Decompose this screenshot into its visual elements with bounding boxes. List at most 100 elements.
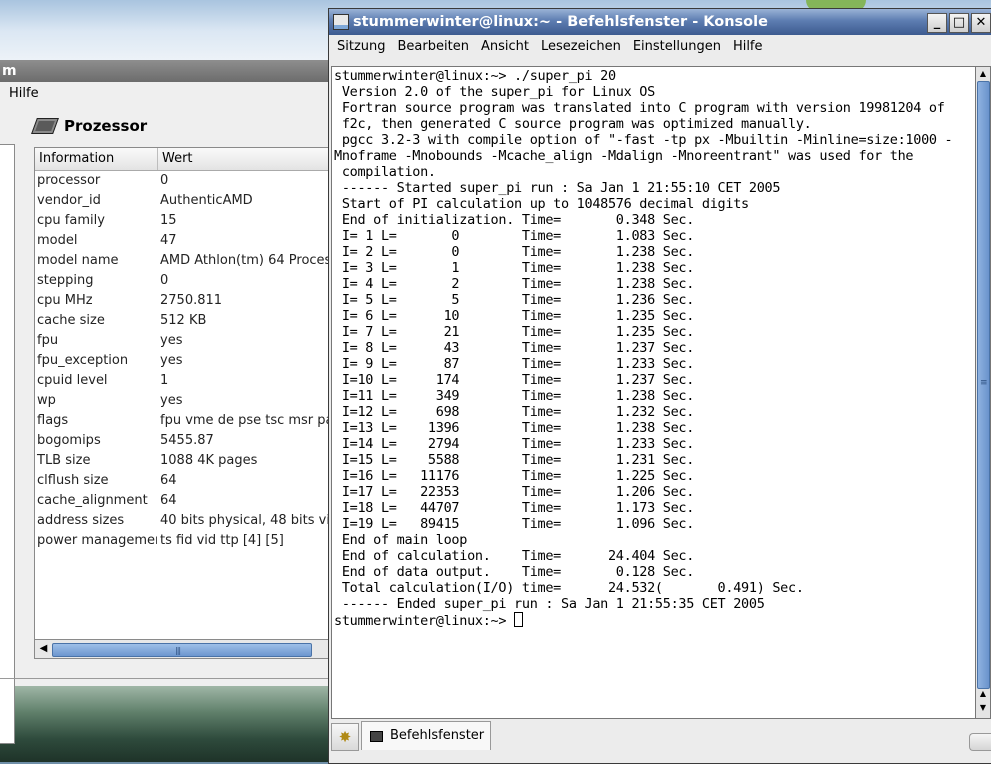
- menu-ansicht[interactable]: Ansicht: [477, 35, 537, 59]
- terminal-line: I=16 L= 11176 Time= 1.225 Sec.: [334, 468, 695, 484]
- cell-wert: 5455.87: [160, 433, 214, 448]
- menu-lesezeichen[interactable]: Lesezeichen: [537, 35, 629, 59]
- table-row[interactable]: cache size 512 KB: [35, 311, 329, 331]
- konsole-titlebar[interactable]: stummerwinter@linux:~ - Befehlsfenster -…: [329, 9, 991, 35]
- terminal-area[interactable]: stummerwinter@linux:~> ./super_pi 20 Ver…: [331, 66, 976, 719]
- terminal-line: I= 4 L= 2 Time= 1.238 Sec.: [334, 276, 695, 292]
- column-header-information[interactable]: Information: [35, 148, 158, 170]
- terminal-line: I= 3 L= 1 Time= 1.238 Sec.: [334, 260, 695, 276]
- cell-information: cpuid level: [37, 373, 108, 388]
- table-body: processor 0 vendor_id AuthenticAMD cpu famil…: [35, 171, 329, 551]
- horizontal-scroll-thumb[interactable]: |||: [52, 643, 312, 657]
- cell-wert: 2750.811: [160, 293, 223, 308]
- terminal-prompt: stummerwinter@linux:~>: [334, 613, 515, 629]
- maximize-button[interactable]: □: [949, 13, 969, 33]
- table-row[interactable]: bogomips 5455.87: [35, 431, 329, 451]
- menu-hilfe-konsole[interactable]: Hilfe: [729, 35, 771, 59]
- table-row[interactable]: cpu MHz 2750.811: [35, 291, 329, 311]
- processor-info-table: Information Wert processor 0 vendor_id Auth…: [34, 147, 330, 659]
- cell-information: wp: [37, 393, 56, 408]
- scroll-left-arrow-icon[interactable]: ◀: [37, 642, 50, 655]
- terminal-output: stummerwinter@linux:~> ./super_pi 20 Ver…: [332, 67, 975, 629]
- terminal-line: stummerwinter@linux:~> ./super_pi 20: [334, 68, 616, 84]
- table-row[interactable]: fpu_exception yes: [35, 351, 329, 371]
- terminal-line: I= 6 L= 10 Time= 1.235 Sec.: [334, 308, 695, 324]
- module-tree-pane[interactable]: [0, 144, 15, 744]
- minimize-button[interactable]: _: [927, 13, 947, 33]
- cell-information: TLB size: [37, 453, 91, 468]
- column-header-wert[interactable]: Wert: [158, 148, 329, 170]
- konsole-title: stummerwinter@linux:~ - Befehlsfenster -…: [353, 14, 768, 30]
- cell-information: fpu: [37, 333, 59, 348]
- vertical-scroll-thumb[interactable]: ≡: [977, 81, 990, 689]
- cell-wert: yes: [160, 333, 183, 348]
- table-row[interactable]: model name AMD Athlon(tm) 64 Process: [35, 251, 329, 271]
- cell-information: clflush size: [37, 473, 109, 488]
- info-menubar: Hilfe: [0, 82, 330, 106]
- table-row[interactable]: cpu family 15: [35, 211, 329, 231]
- table-row[interactable]: power managemen ts fid vid ttp [4] [5]: [35, 531, 329, 551]
- divider: [0, 678, 330, 679]
- table-row[interactable]: cpuid level 1: [35, 371, 329, 391]
- terminal-icon: [370, 731, 383, 742]
- table-row[interactable]: processor 0: [35, 171, 329, 191]
- terminal-line: I=14 L= 2794 Time= 1.233 Sec.: [334, 436, 695, 452]
- vertical-scrollbar[interactable]: ▲ ≡ ▲ ▼: [975, 66, 991, 719]
- new-session-icon[interactable]: ✸: [331, 723, 359, 751]
- cell-wert: 0: [160, 273, 169, 288]
- scroll-up-arrow-icon[interactable]: ▲: [977, 688, 989, 700]
- table-row[interactable]: wp yes: [35, 391, 329, 411]
- cell-information: bogomips: [37, 433, 101, 448]
- cell-wert: 1088 4K pages: [160, 453, 258, 468]
- table-row[interactable]: model 47: [35, 231, 329, 251]
- terminal-line: I= 5 L= 5 Time= 1.236 Sec.: [334, 292, 695, 308]
- cell-wert: AuthenticAMD: [160, 193, 253, 208]
- terminal-line: I= 2 L= 0 Time= 1.238 Sec.: [334, 244, 695, 260]
- table-row[interactable]: TLB size 1088 4K pages: [35, 451, 329, 471]
- menu-einstellungen[interactable]: Einstellungen: [629, 35, 729, 59]
- cell-information: cpu family: [37, 213, 105, 228]
- table-row[interactable]: cache_alignment 64: [35, 491, 329, 511]
- cell-information: address sizes: [37, 513, 125, 528]
- menu-bearbeiten[interactable]: Bearbeiten: [394, 35, 477, 59]
- menu-sitzung[interactable]: Sitzung: [333, 35, 394, 59]
- table-row[interactable]: flags fpu vme de pse tsc msr pae: [35, 411, 329, 431]
- menu-hilfe[interactable]: Hilfe: [9, 86, 39, 101]
- info-center-window: m Hilfe Prozessor Information Wert proce…: [0, 60, 330, 744]
- scroll-up-arrow-icon[interactable]: ▲: [977, 68, 989, 80]
- cell-wert: fpu vme de pse tsc msr pae: [160, 413, 329, 428]
- table-row[interactable]: fpu yes: [35, 331, 329, 351]
- section-header: Prozessor: [31, 114, 147, 138]
- terminal-line: compilation.: [334, 164, 436, 180]
- cell-wert: yes: [160, 393, 183, 408]
- horizontal-scrollbar[interactable]: ◀ |||: [34, 639, 330, 659]
- cell-information: cache size: [37, 313, 105, 328]
- table-row[interactable]: clflush size 64: [35, 471, 329, 491]
- close-tab-button[interactable]: [969, 733, 991, 751]
- table-row[interactable]: stepping 0: [35, 271, 329, 291]
- terminal-line: Version 2.0 of the super_pi for Linux OS: [334, 84, 655, 100]
- cell-information: power managemen: [37, 533, 157, 548]
- terminal-line: End of calculation. Time= 24.404 Sec.: [334, 548, 695, 564]
- terminal-line: I= 1 L= 0 Time= 1.083 Sec.: [334, 228, 695, 244]
- close-button[interactable]: ✕: [971, 13, 991, 33]
- terminal-line: I=12 L= 698 Time= 1.232 Sec.: [334, 404, 695, 420]
- terminal-line: I=19 L= 89415 Time= 1.096 Sec.: [334, 516, 695, 532]
- table-row[interactable]: vendor_id AuthenticAMD: [35, 191, 329, 211]
- desktop-landscape: [0, 686, 330, 762]
- cell-wert: 0: [160, 173, 169, 188]
- table-row[interactable]: address sizes 40 bits physical, 48 bits v…: [35, 511, 329, 531]
- info-window-titlebar[interactable]: m: [0, 60, 330, 82]
- terminal-line: I=11 L= 349 Time= 1.238 Sec.: [334, 388, 695, 404]
- cell-wert: 15: [160, 213, 177, 228]
- terminal-line: Total calculation(I/O) time= 24.532( 0.4…: [334, 580, 804, 596]
- cell-wert: AMD Athlon(tm) 64 Process: [160, 253, 329, 268]
- konsole-app-icon[interactable]: [333, 14, 349, 30]
- tab-befehlsfenster[interactable]: Befehlsfenster: [361, 721, 491, 750]
- scroll-down-arrow-icon[interactable]: ▼: [977, 702, 989, 714]
- cell-information: cache_alignment: [37, 493, 148, 508]
- cell-wert: 64: [160, 493, 177, 508]
- cell-wert: 47: [160, 233, 177, 248]
- cell-information: processor: [37, 173, 101, 188]
- cell-information: model name: [37, 253, 119, 268]
